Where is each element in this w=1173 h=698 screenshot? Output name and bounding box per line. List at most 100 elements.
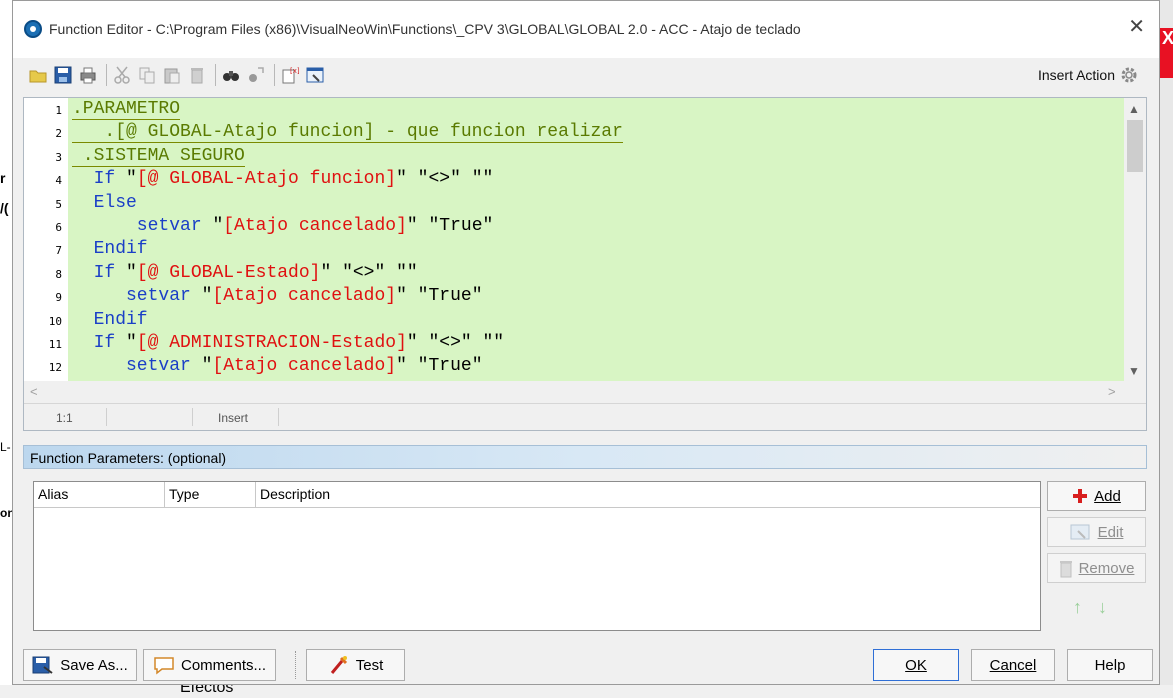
code-token: " "True" <box>396 356 483 377</box>
add-button[interactable]: Add <box>1047 481 1146 511</box>
ok-button[interactable]: OK <box>873 649 959 681</box>
editor-status-bar: 1:1 Insert <box>24 403 1146 430</box>
code-line[interactable]: .PARAMETRO <box>72 98 181 121</box>
background-fragment: L- <box>0 440 11 454</box>
test-label: Test <box>355 656 384 674</box>
code-token: [@ GLOBAL-Estado] <box>136 262 321 283</box>
code-line[interactable]: .[@ GLOBAL-Atajo funcion] - que funcion … <box>72 121 623 144</box>
test-button[interactable]: Test <box>306 649 405 681</box>
code-token: Else <box>72 192 137 213</box>
status-divider <box>106 408 107 426</box>
code-token: " <box>126 333 137 353</box>
remove-button[interactable]: Remove <box>1047 553 1146 583</box>
save-as-icon <box>32 656 53 674</box>
comments-button[interactable]: Comments... <box>143 649 276 681</box>
insert-action-button[interactable]: Insert Action <box>1038 65 1139 85</box>
code-line[interactable]: Endif <box>72 238 148 261</box>
code-token: " <box>201 286 213 307</box>
close-icon[interactable]: ✕ <box>1128 17 1145 37</box>
code-token: " "<>" "" <box>396 169 494 190</box>
scroll-up-icon[interactable]: ▲ <box>1128 102 1140 116</box>
replace-icon[interactable] <box>245 64 267 86</box>
edit-mode: Insert <box>218 411 249 425</box>
add-label: Add <box>1094 487 1121 505</box>
column-type[interactable]: Type <box>165 482 256 508</box>
code-line[interactable]: .SISTEMA SEGURO <box>72 145 245 168</box>
trash-icon <box>1059 561 1072 578</box>
vertical-scrollbar[interactable]: ▲ ▼ <box>1124 98 1146 381</box>
code-line[interactable]: If "[@ ADMINISTRACION-Estado]" "<>" "" <box>72 332 505 355</box>
horizontal-scrollbar[interactable]: < > <box>24 381 1146 403</box>
line-number-gutter: 1 2 3 4 5 6 7 8 9 10 11 12 <box>24 98 68 381</box>
line-number: 1 <box>55 104 62 117</box>
help-button[interactable]: Help <box>1067 649 1153 681</box>
code-line[interactable]: setvar "[Atajo cancelado]" "True" <box>72 355 483 378</box>
code-token: " "<>" "" <box>320 262 418 283</box>
background-window-left: r /( L- on <box>0 0 15 698</box>
code-token: Endif <box>72 239 148 260</box>
test-icon <box>330 656 347 674</box>
delete-icon[interactable] <box>186 64 208 86</box>
find-icon[interactable] <box>220 64 242 86</box>
cut-icon[interactable] <box>111 64 133 86</box>
app-icon <box>24 20 42 38</box>
save-as-button[interactable]: Save As... <box>23 649 137 681</box>
help-label: Help <box>1094 656 1126 674</box>
function-parameters-panel: Function Parameters: (optional) Alias Ty… <box>23 445 1147 635</box>
code-line[interactable]: setvar "[Atajo cancelado]" "True" <box>72 285 483 308</box>
code-token: " "<>" "" <box>406 333 505 353</box>
column-alias[interactable]: Alias <box>34 482 165 508</box>
save-as-label: Save As... <box>60 656 128 674</box>
remove-label: Remove <box>1078 559 1135 577</box>
edit-button[interactable]: Edit <box>1047 517 1146 547</box>
edit-window-icon[interactable] <box>304 64 326 86</box>
gear-icon <box>1121 67 1137 83</box>
toolbar-separator <box>106 64 107 86</box>
code-token: .SISTEMA SEGURO <box>72 145 245 167</box>
paste-icon[interactable] <box>161 64 183 86</box>
scrollbar-thumb[interactable] <box>1127 120 1143 172</box>
code-line[interactable]: Endif <box>72 309 148 332</box>
insert-variable-icon[interactable]: [x] <box>279 64 301 86</box>
cursor-position: 1:1 <box>56 411 73 425</box>
code-token: [@ GLOBAL-Atajo funcion] <box>136 169 397 190</box>
move-up-icon[interactable]: ↑ <box>1073 597 1082 617</box>
cancel-button[interactable]: Cancel <box>971 649 1055 681</box>
code-line[interactable]: setvar "[Atajo cancelado]" "True" <box>72 215 494 238</box>
code-line[interactable]: If "[@ GLOBAL-Estado]" "<>" "" <box>72 262 418 285</box>
parameters-grid[interactable]: Alias Type Description <box>33 481 1041 631</box>
toolbar-separator <box>215 64 216 86</box>
status-divider <box>192 408 193 426</box>
code-token: setvar <box>72 286 202 307</box>
line-number: 5 <box>55 197 62 211</box>
svg-text:[x]: [x] <box>290 67 300 75</box>
scroll-left-icon[interactable]: < <box>30 384 38 399</box>
code-area[interactable]: .PARAMETRO .[@ GLOBAL-Atajo funcion] - q… <box>68 98 1124 381</box>
copy-icon[interactable] <box>136 64 158 86</box>
code-token: " <box>212 216 224 236</box>
code-line[interactable]: If "[@ GLOBAL-Atajo funcion]" "<>" "" <box>72 168 494 191</box>
status-divider <box>278 408 279 426</box>
code-token: Endif <box>72 309 148 330</box>
column-description[interactable]: Description <box>256 482 1040 508</box>
open-folder-icon[interactable] <box>27 64 49 86</box>
grid-header: Alias Type Description <box>34 482 1040 508</box>
line-number: 10 <box>48 314 62 328</box>
code-token: [Atajo cancelado] <box>223 216 407 236</box>
toolbar-separator <box>274 64 275 86</box>
line-number: 6 <box>55 221 62 234</box>
scroll-down-icon[interactable]: ▼ <box>1128 364 1140 378</box>
line-number: 8 <box>55 267 62 281</box>
code-editor[interactable]: 1 2 3 4 5 6 7 8 9 10 11 12 .PARAMETRO .[@ GLOBAL-At… <box>23 97 1147 431</box>
background-fragment: /( <box>0 200 9 216</box>
parameters-header: Function Parameters: (optional) <box>23 445 1147 469</box>
save-icon[interactable] <box>52 64 74 86</box>
scroll-right-icon[interactable]: > <box>1108 384 1116 399</box>
code-token: .PARAMETRO <box>72 99 181 120</box>
comments-label: Comments... <box>180 656 267 674</box>
code-token: " <box>201 356 213 377</box>
reorder-arrows: ↑ ↓ <box>1073 597 1123 618</box>
print-icon[interactable] <box>77 64 99 86</box>
move-down-icon[interactable]: ↓ <box>1098 597 1107 617</box>
code-line[interactable]: Else <box>72 192 137 215</box>
